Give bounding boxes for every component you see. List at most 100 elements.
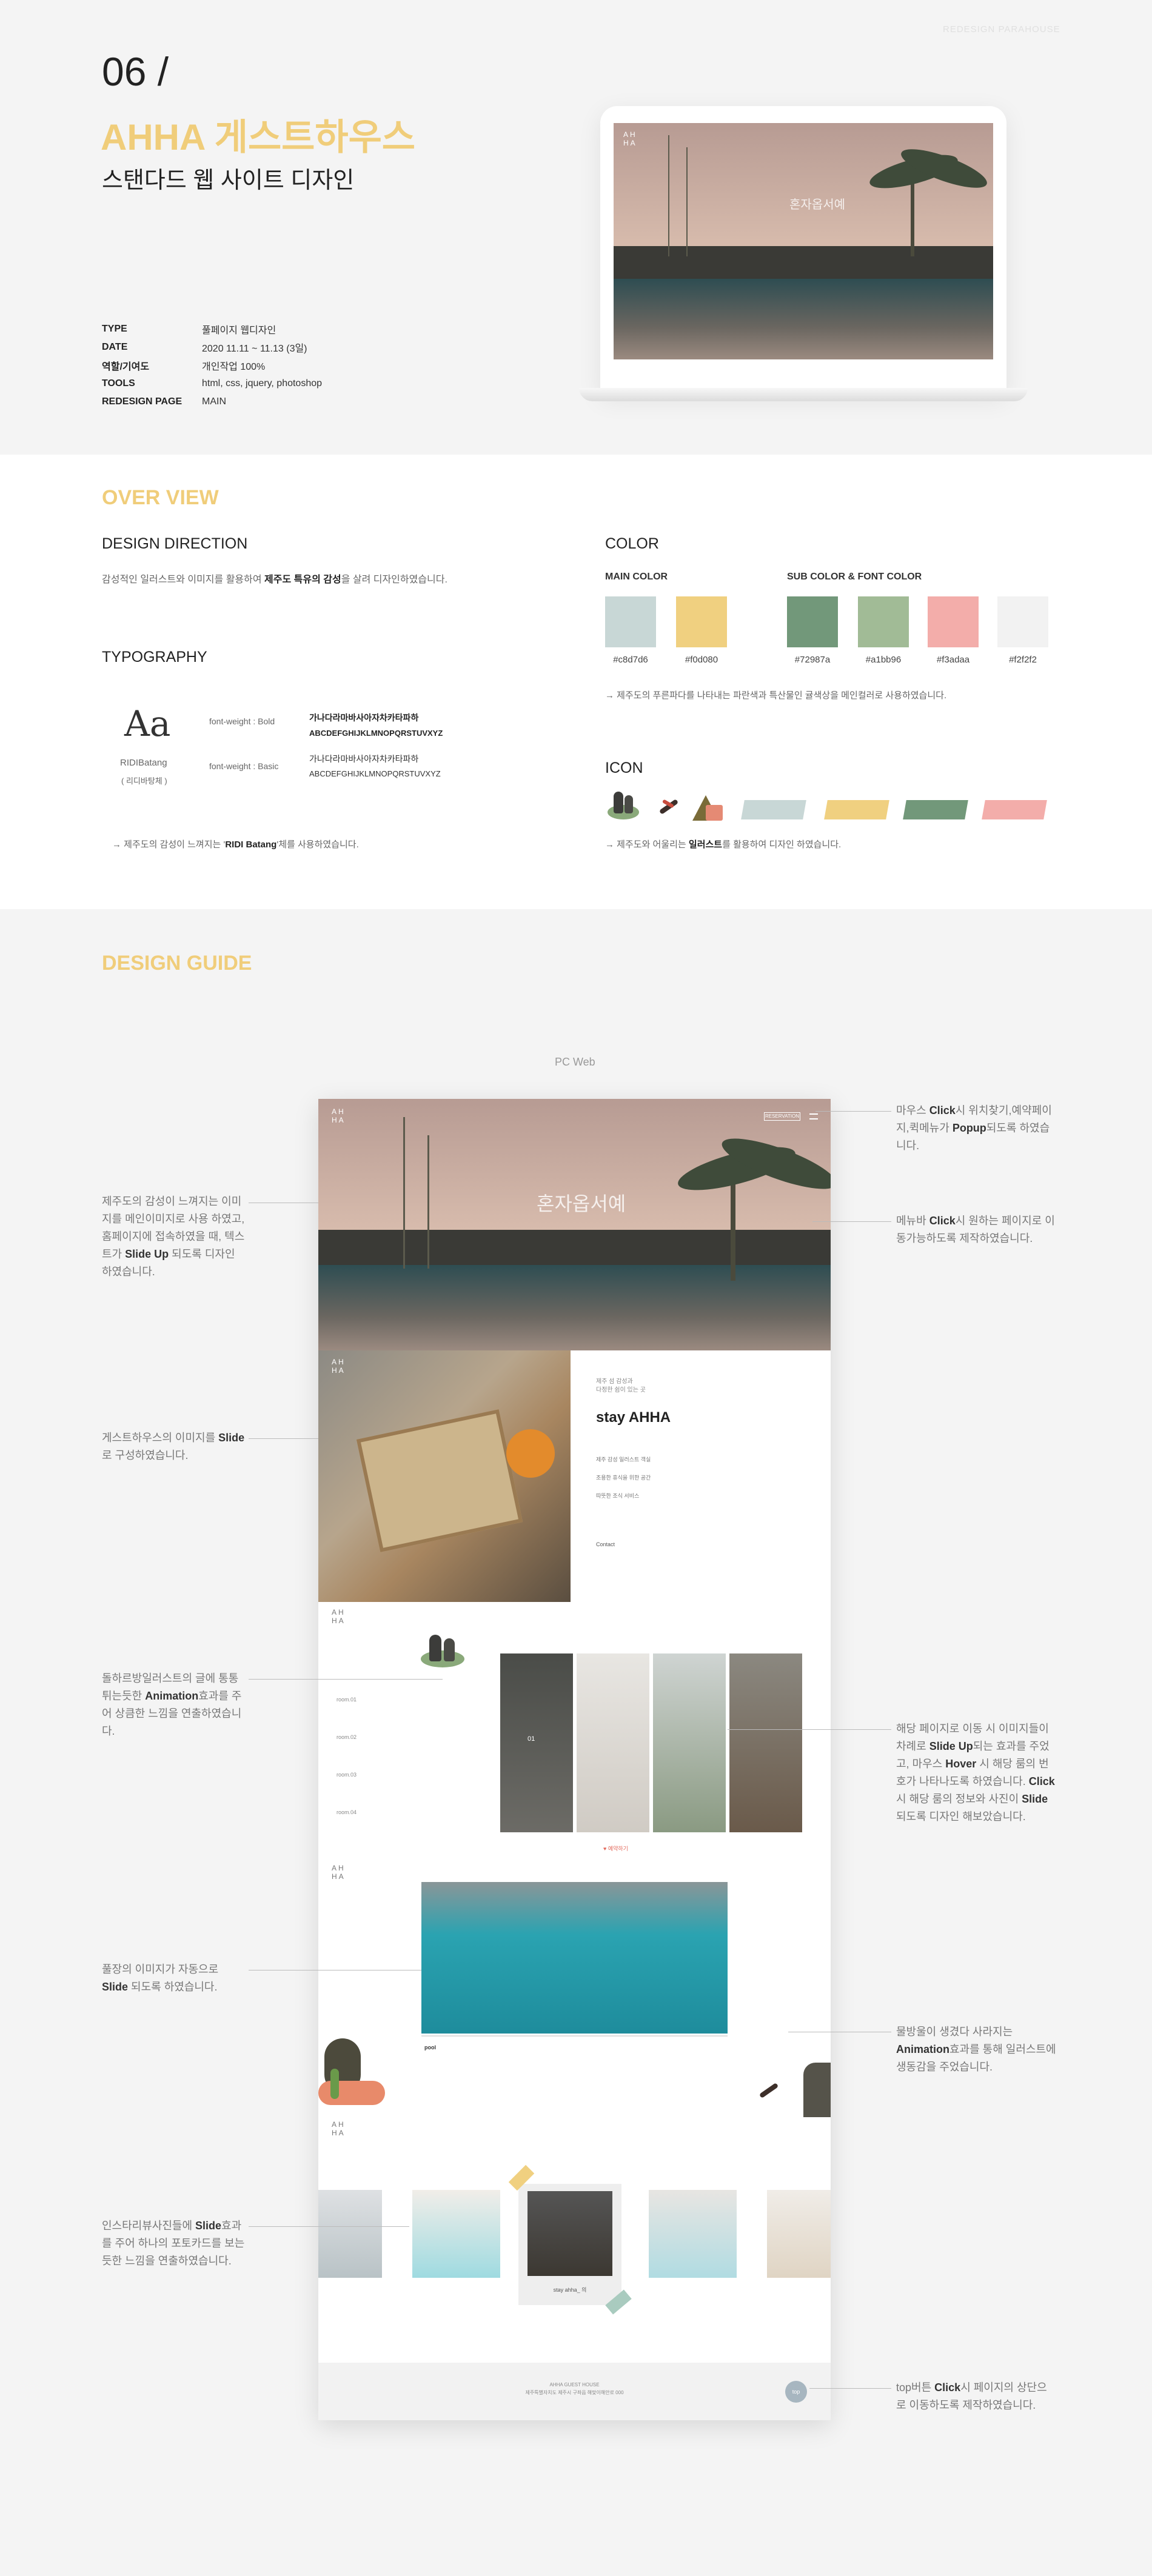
tape-yellow-icon bbox=[824, 800, 889, 819]
dolharubang-icon bbox=[605, 787, 641, 823]
stay-slide-image[interactable]: AH HA bbox=[318, 1350, 571, 1602]
main-color-label: MAIN COLOR bbox=[605, 572, 668, 582]
info-row-role: 역할/기여도 개인작업 100% bbox=[102, 356, 322, 375]
overview-section: OVER VIEW DESIGN DIRECTION 감성적인 일러스트와 이미… bbox=[0, 455, 1152, 909]
dolharubang-icon bbox=[418, 1632, 467, 1669]
info-row-type: TYPE 풀페이지 웹디자인 bbox=[102, 320, 322, 338]
swatch-sub-2: #a1bb96 bbox=[858, 596, 909, 665]
annotation-line bbox=[249, 1438, 318, 1439]
info-row-page: REDESIGN PAGE MAIN bbox=[102, 393, 322, 411]
design-direction-heading: DESIGN DIRECTION bbox=[102, 535, 248, 552]
info-value: MAIN bbox=[202, 396, 226, 407]
insta-card[interactable] bbox=[412, 2190, 500, 2278]
swatch-sub-3: #f3adaa bbox=[928, 596, 979, 665]
basic-korean-sample: 가나다라마바사아자차카타파하 bbox=[309, 754, 419, 764]
color-heading: COLOR bbox=[605, 535, 659, 552]
bold-latin-sample: ABCDEFGHIJKLMNOPQRSTUVXYZ bbox=[309, 729, 443, 738]
stay-kicker: 제주 섬 감성과 다정한 쉼이 있는 곳 bbox=[596, 1378, 646, 1393]
mock-logo[interactable]: AH HA bbox=[332, 1107, 346, 1124]
room-link[interactable]: room.02 bbox=[337, 1718, 357, 1756]
annotation-hero: 제주도의 감성이 느껴지는 이미지를 메인이미지로 사용 하였고, 홈페이지에 … bbox=[102, 1195, 245, 1278]
info-key: TOOLS bbox=[102, 378, 135, 389]
insta-card[interactable] bbox=[649, 2190, 737, 2278]
cactus-illustration-icon bbox=[318, 2026, 385, 2117]
menu-icon[interactable] bbox=[809, 1113, 818, 1119]
info-value: 개인작업 100% bbox=[202, 362, 266, 372]
design-guide-section: DESIGN GUIDE PC Web AH HA RESERVATION 혼자… bbox=[0, 909, 1152, 2576]
design-guide-title: DESIGN GUIDE bbox=[102, 952, 252, 975]
screen-hero-text: 혼자옵서예 bbox=[789, 197, 845, 212]
annotation-top-button: top버튼 Click시 페이지의 상단으로 이동하도록 제작하였습니다. bbox=[896, 2381, 1047, 2411]
tape-blue-icon bbox=[741, 800, 806, 819]
bird-icon bbox=[654, 791, 684, 821]
project-subtitle: 스탠다드 웹 사이트 디자인 bbox=[102, 168, 355, 193]
icon-note: → 제주도와 어울리는 일러스트를 활용하여 디자인 하였습니다. bbox=[605, 839, 842, 850]
annotation-popup: 마우스 Click시 위치찾기,예약페이지,퀵메뉴가 Popup되도록 하였습니… bbox=[896, 1104, 1052, 1152]
typography-heading: TYPOGRAPHY bbox=[102, 649, 207, 666]
stay-feature-list: 제주 감성 일러스트 객실 조용한 휴식을 위한 공간 따뜻한 조식 서비스 bbox=[596, 1450, 651, 1505]
info-value: 풀페이지 웹디자인 bbox=[202, 325, 276, 336]
room-link[interactable]: room.03 bbox=[337, 1756, 357, 1794]
room-photo-3[interactable] bbox=[653, 1653, 726, 1832]
info-key: REDESIGN PAGE bbox=[102, 396, 183, 407]
palm-tree-icon bbox=[731, 1172, 735, 1281]
room-photo-1[interactable] bbox=[500, 1653, 573, 1832]
icon-heading: ICON bbox=[605, 759, 643, 776]
info-key: DATE bbox=[102, 342, 128, 352]
bird-icon bbox=[755, 2081, 785, 2099]
mock-logo: AH HA bbox=[332, 2120, 346, 2137]
stay-feature: 제주 감성 일러스트 객실 bbox=[596, 1457, 651, 1463]
info-row-tools: TOOLS html, css, jquery, photoshop bbox=[102, 375, 322, 393]
annotation-line bbox=[249, 1679, 443, 1680]
reservation-button[interactable]: RESERVATION bbox=[764, 1112, 800, 1121]
annotation-dolharubang: 돌하르방일러스트의 글에 통통 튀는듯한 Animation효과를 주어 상큼한… bbox=[102, 1672, 242, 1737]
info-key: TYPE bbox=[102, 324, 127, 334]
bold-korean-sample: 가나다라마바사아자차카타파하 bbox=[309, 713, 419, 722]
color-note: → 제주도의 푸른파다를 나타내는 파란색과 특산물인 귤색상을 메인컬러로 사… bbox=[605, 690, 947, 701]
mock-logo: AH HA bbox=[332, 1608, 346, 1625]
mock-footer: AHHA GUEST HOUSE 제주특별자치도 제주시 구좌읍 해맞이해안로 … bbox=[318, 2363, 831, 2420]
insta-active-card[interactable]: stay ahha_ 의 bbox=[518, 2184, 621, 2305]
room-list: room.01 room.02 room.03 room.04 bbox=[337, 1681, 357, 1831]
basic-latin-sample: ABCDEFGHIJKLMNOPQRSTUVXYZ bbox=[309, 769, 441, 778]
annotation-line bbox=[815, 1111, 891, 1112]
top-button[interactable]: top bbox=[785, 2381, 807, 2403]
mock-hero-text: 혼자옵서예 bbox=[537, 1192, 626, 1215]
basic-weight-label: font-weight : Basic bbox=[209, 761, 279, 771]
reserve-link[interactable]: ♥ 예약하기 bbox=[603, 1844, 628, 1852]
annotation-insta: 인스타리뷰사진들에 Slide효과를 주어 하나의 포토카드를 보는듯한 느낌을… bbox=[102, 2220, 245, 2267]
insta-caption: stay ahha_ 의 bbox=[553, 2287, 587, 2293]
overview-title: OVER VIEW bbox=[102, 486, 219, 509]
stay-feature: 따뜻한 조식 서비스 bbox=[596, 1493, 640, 1499]
insta-card[interactable] bbox=[767, 2190, 831, 2278]
room-link[interactable]: room.01 bbox=[337, 1681, 357, 1718]
orange-bowl-icon bbox=[506, 1429, 555, 1478]
annotation-stay-slide: 게스트하우스의 이미지를 Slide로 구성하였습니다. bbox=[102, 1432, 245, 1461]
swatch-main-2: #f0d080 bbox=[676, 596, 727, 665]
bold-weight-label: font-weight : Bold bbox=[209, 716, 275, 726]
annotation-line bbox=[812, 1221, 891, 1222]
annotation-bubble: 물방울이 생겼다 사라지는 Animation효과를 통해 일러스트에 생동감을… bbox=[896, 2026, 1056, 2073]
font-name-kr: ( 리디바탕체 ) bbox=[121, 776, 167, 786]
annotation-pool: 풀장의 이미지가 자동으로 Slide 되도록 하였습니다. bbox=[102, 1963, 219, 1993]
annotation-line bbox=[249, 2226, 409, 2227]
swatch-main-1: #c8d7d6 bbox=[605, 596, 656, 665]
footer-text: AHHA GUEST HOUSE 제주특별자치도 제주시 구좌읍 해맞이해안로 … bbox=[525, 2382, 624, 2395]
mock-logo: AH HA bbox=[332, 1864, 346, 1881]
hero-section: REDESIGN PARAHOUSE 06 / AHHA 게스트하우스 스탠다드… bbox=[0, 0, 1152, 455]
laptop-mockup: AH HA 혼자옵서예 bbox=[600, 106, 1006, 394]
info-row-date: DATE 2020 11.11 ~ 11.13 (3일) bbox=[102, 338, 322, 356]
design-direction-text: 감성적인 일러스트와 이미지를 활용하여 제주도 특유의 감성을 살려 디자인하… bbox=[102, 575, 447, 585]
contact-label: Contact bbox=[596, 1541, 615, 1547]
room-photo-4[interactable] bbox=[729, 1653, 802, 1832]
room-link[interactable]: room.04 bbox=[337, 1794, 357, 1831]
annotation-line bbox=[809, 2388, 891, 2389]
palm-tree-icon bbox=[911, 178, 914, 256]
typography-note: → 제주도의 감성이 느껴지는 'RIDI Batang'체를 사용하였습니다. bbox=[112, 839, 359, 850]
room-photo-2[interactable] bbox=[577, 1653, 649, 1832]
annotation-line bbox=[728, 1729, 891, 1730]
insta-card[interactable] bbox=[318, 2190, 382, 2278]
pool-slide-image[interactable] bbox=[421, 1882, 728, 2034]
laptop-screen: AH HA 혼자옵서예 bbox=[614, 123, 993, 359]
typography-sample: Aa bbox=[124, 703, 171, 744]
